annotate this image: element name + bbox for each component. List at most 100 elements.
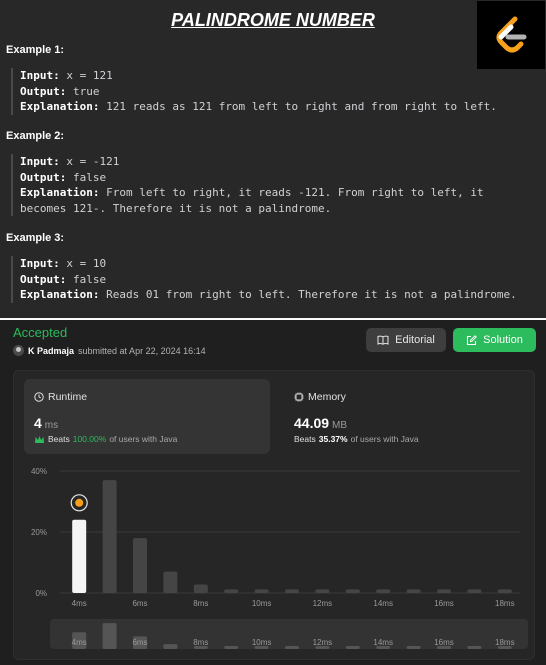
runtime-value: 4 ms <box>34 415 58 431</box>
range-tick-label: 16ms <box>434 638 454 647</box>
x-tick-label: 18ms <box>495 599 515 608</box>
example-2-heading: Example 2: <box>6 130 65 142</box>
chart-bar <box>102 480 117 593</box>
performance-stats-card: Runtime 4 ms Beats 100.00% of users with … <box>13 370 535 660</box>
x-tick-label: 14ms <box>373 599 393 608</box>
solution-label: Solution <box>483 334 523 346</box>
editorial-label: Editorial <box>395 334 435 346</box>
input-label: Input: <box>20 155 60 168</box>
runtime-unit: ms <box>44 420 59 431</box>
beats-label: Beats <box>294 434 316 444</box>
runtime-beats: Beats 100.00% of users with Java <box>34 434 177 444</box>
range-tick-label: 6ms <box>132 638 147 647</box>
crown-leaf-icon <box>35 435 44 443</box>
range-tick-label: 18ms <box>495 638 515 647</box>
example-input: x = 10 <box>59 257 107 270</box>
memory-header: Memory <box>294 391 346 403</box>
avatar[interactable] <box>13 345 24 356</box>
example-1-heading: Example 1: <box>6 44 65 56</box>
beats-suffix: of users with Java <box>109 434 178 444</box>
chart-bar <box>254 589 269 593</box>
runtime-stat[interactable]: Runtime 4 ms Beats 100.00% of users with … <box>24 379 270 454</box>
input-label: Input: <box>20 257 60 270</box>
memory-beats-percent: 35.37% <box>318 434 348 444</box>
example-output: true <box>66 84 100 98</box>
output-label: Output: <box>20 170 67 184</box>
example-input: x = -121 <box>59 155 120 168</box>
book-icon <box>377 335 389 345</box>
runtime-distribution-chart[interactable]: 40% 20% 0% 4ms 6ms 8ms 10ms 12ms 14ms 16ms 18ms 4ms… <box>14 461 534 661</box>
chart-bar <box>406 589 421 593</box>
explanation-label: Explanation: <box>20 186 100 199</box>
x-tick-label: 16ms <box>434 599 454 608</box>
submitter-info: K Padmaja submitted at Apr 22, 2024 16:1… <box>13 345 206 356</box>
range-tick-label: 14ms <box>373 638 393 647</box>
range-tick-label: 12ms <box>313 638 333 647</box>
range-tick-label: 10ms <box>252 638 272 647</box>
range-mini-bar <box>345 646 360 649</box>
chart-bar <box>345 589 360 593</box>
runtime-number: 4 <box>34 415 42 431</box>
example-2-block: Input: x = -121 Output: false Explanatio… <box>11 154 531 216</box>
solution-button[interactable]: Solution <box>453 328 536 352</box>
problem-title: PALINDROME NUMBER <box>171 10 375 30</box>
x-tick-label: 10ms <box>252 599 272 608</box>
y-tick-label: 20% <box>31 528 47 537</box>
problem-description-panel: PALINDROME NUMBER Example 1: Input: x = … <box>0 0 546 318</box>
user-marker-icon <box>75 498 84 507</box>
example-3-heading: Example 3: <box>6 232 65 244</box>
example-output: false <box>66 272 107 286</box>
y-tick-label: 0% <box>35 589 47 598</box>
memory-stat[interactable]: Memory 44.09 MB Beats 35.37% of users wit… <box>284 379 530 454</box>
x-tick-label: 12ms <box>313 599 333 608</box>
clock-icon <box>34 392 44 402</box>
example-1-block: Input: x = 121 Output: true Explanation:… <box>11 68 531 115</box>
range-mini-bar <box>224 646 239 649</box>
chart-bar <box>285 589 299 593</box>
explanation-label: Explanation: <box>20 288 100 301</box>
runtime-header: Runtime <box>34 391 87 403</box>
input-label: Input: <box>20 69 60 82</box>
example-3-block: Input: x = 10 Output: false Explanation:… <box>11 256 531 303</box>
x-tick-label: 8ms <box>193 599 208 608</box>
x-tick-label: 4ms <box>72 599 87 608</box>
memory-number: 44.09 <box>294 415 330 431</box>
leetcode-logo-icon <box>496 16 527 53</box>
memory-label: Memory <box>308 391 346 403</box>
example-explanation: Reads 01 from right to left. Therefore i… <box>99 288 517 301</box>
range-mini-bar <box>163 644 178 649</box>
submission-status: Accepted <box>13 325 68 340</box>
chart-bar <box>497 589 512 593</box>
runtime-label: Runtime <box>48 391 88 403</box>
chart-bar <box>193 584 208 593</box>
range-selector-track <box>50 619 528 649</box>
example-output: false <box>66 170 107 184</box>
example-input: x = 121 <box>59 69 113 82</box>
range-mini-bar <box>102 623 117 649</box>
memory-chip-icon <box>294 392 304 402</box>
beats-label: Beats <box>48 434 70 444</box>
beats-suffix: of users with Java <box>350 434 419 444</box>
memory-unit: MB <box>332 420 348 431</box>
x-tick-label: 6ms <box>132 599 147 608</box>
chart-bar <box>437 589 451 593</box>
output-label: Output: <box>20 84 67 98</box>
edit-icon <box>467 334 478 345</box>
chart-bar-highlight <box>72 519 87 593</box>
submitter-name[interactable]: K Padmaja <box>28 346 74 356</box>
y-tick-label: 40% <box>31 467 47 476</box>
range-mini-bar <box>285 646 299 649</box>
chart-bar <box>376 589 391 593</box>
chart-bar <box>224 589 239 593</box>
editorial-button[interactable]: Editorial <box>366 328 446 352</box>
chart-bar <box>467 589 482 593</box>
chart-bar <box>163 571 178 593</box>
leetcode-logo <box>477 1 545 69</box>
range-mini-bar <box>467 646 482 649</box>
chart-bar <box>133 538 147 593</box>
submission-result-panel: Accepted K Padmaja submitted at Apr 22, … <box>0 320 546 665</box>
range-tick-label: 8ms <box>193 638 208 647</box>
chart-bar <box>315 589 330 593</box>
example-explanation: 121 reads as 121 from left to right and … <box>99 100 497 113</box>
output-label: Output: <box>20 272 67 286</box>
